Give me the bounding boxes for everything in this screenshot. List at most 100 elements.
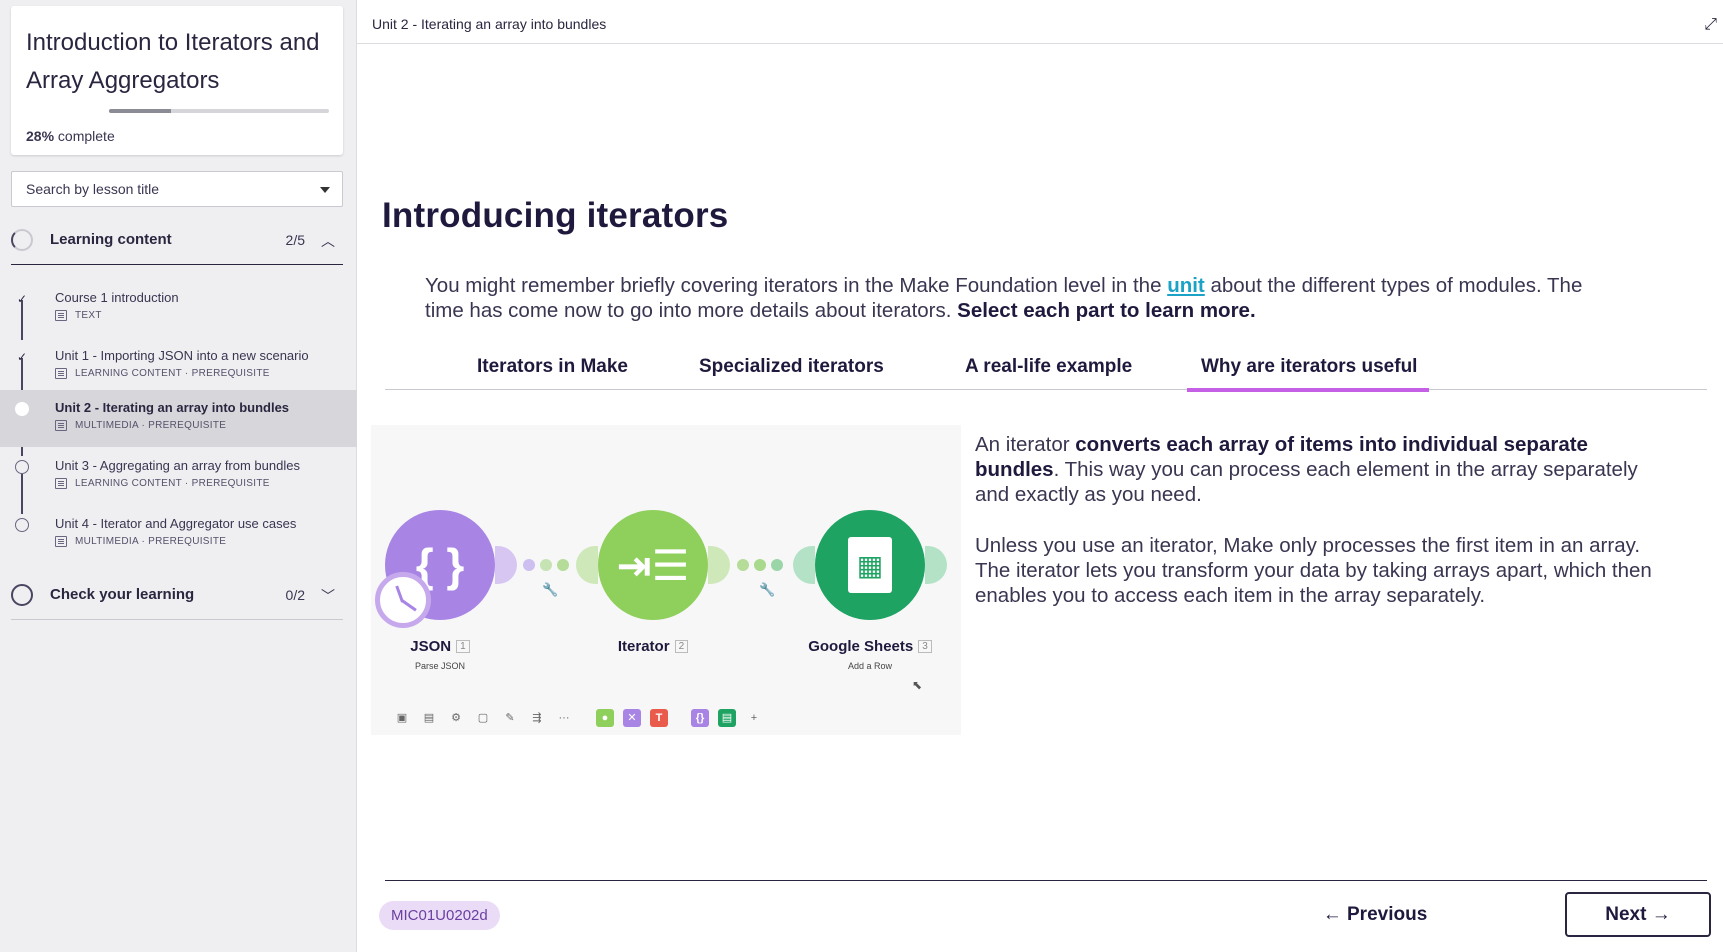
wrench-icon: 🔧 (759, 582, 776, 597)
tab-why-iterators-useful[interactable]: Why are iterators useful (1187, 356, 1430, 392)
intro-paragraph: You might remember briefly covering iter… (425, 273, 1605, 323)
document-icon (55, 368, 67, 379)
lesson-item-unit-2[interactable]: Unit 2 - Iterating an array into bundles… (0, 390, 357, 447)
note-icon: ▢ (477, 712, 489, 724)
progress-percent: 28% (26, 128, 55, 144)
magic-wand-icon: ✎ (505, 712, 515, 724)
section-learning-content[interactable]: Learning content 2/5 ︿ (11, 219, 343, 265)
incomplete-circle-icon (15, 518, 29, 532)
page-title: Introducing iterators (382, 196, 729, 235)
sheet-page-icon: ▦ (848, 537, 892, 593)
wrench-icon: 🔧 (542, 582, 559, 597)
module-number: 3 (918, 640, 932, 653)
expand-icon[interactable]: ⤢ (1704, 16, 1717, 34)
module-sub-json: Parse JSON (414, 661, 465, 671)
tab-real-life-example[interactable]: A real-life example (965, 356, 1132, 388)
lesson-main: Unit 2 - Iterating an array into bundles… (357, 0, 1723, 952)
breadcrumb: Unit 2 - Iterating an array into bundles (372, 16, 607, 32)
lesson-item-unit-1[interactable]: ✓ Unit 1 - Importing JSON into a new sce… (0, 338, 357, 395)
tab-content: An iterator converts each array of items… (975, 432, 1675, 634)
plus-icon: + (750, 712, 758, 724)
lesson-item-course-intro[interactable]: ✓ Course 1 introduction TEXT (0, 280, 357, 337)
tab-paragraph-1: An iterator converts each array of items… (975, 432, 1675, 507)
lesson-item-unit-4[interactable]: Unit 4 - Iterator and Aggregator use cas… (0, 506, 357, 563)
module-name: Iterator (617, 638, 670, 655)
intro-instruction: Select each part to learn more. (957, 299, 1256, 322)
clock-icon (375, 572, 431, 628)
lesson-meta: LEARNING CONTENT · PREREQUISITE (55, 478, 270, 489)
connector-dot (540, 559, 552, 571)
unit-link[interactable]: unit (1167, 274, 1205, 297)
iterator-glyph-icon: ⇥☰ (616, 541, 690, 589)
mouse-cursor-icon: ⬉ (912, 678, 923, 692)
chevron-down-icon: ﹀ (321, 588, 335, 604)
course-progress-bar (109, 109, 329, 113)
multimedia-icon (55, 536, 67, 547)
lesson-meta: MULTIMEDIA · PREREQUISITE (55, 536, 226, 547)
module-label-json: JSON 1 (400, 638, 480, 655)
scenario-figure: { } 🔧 ⇥☰ 🔧 ▦ JSON 1 Parse JSON Iterator 2 … (371, 425, 961, 735)
course-progress-fill (109, 109, 171, 113)
lesson-meta-text: TEXT (75, 310, 102, 321)
module-label-iterator: Iterator 2 (603, 638, 703, 655)
previous-button[interactable]: ← Previous (1315, 892, 1435, 937)
section-title: Check your learning (50, 586, 195, 603)
paragraph-text: An iterator (975, 433, 1076, 456)
flow-icon: ⇶ (532, 712, 542, 724)
document-icon (55, 310, 67, 321)
module-number: 2 (674, 640, 689, 653)
connector-dot (523, 559, 535, 571)
module-connector (576, 546, 598, 584)
lesson-name: Course 1 introduction (55, 290, 179, 305)
progress-ring-icon (11, 229, 33, 251)
sheet-grid-icon: ▦ (856, 549, 884, 581)
next-button[interactable]: Next → (1565, 892, 1711, 937)
module-name: Google Sheets (808, 638, 914, 655)
section-title: Learning content (50, 231, 172, 248)
progress-suffix: complete (57, 128, 115, 144)
google-sheets-module-icon: ▦ (815, 510, 925, 620)
tab-paragraph-2: Unless you use an iterator, Make only pr… (975, 534, 1652, 607)
iterator-module-icon: ⇥☰ (598, 510, 708, 620)
lesson-meta: TEXT (55, 310, 102, 321)
lesson-name: Unit 3 - Aggregating an array from bundl… (55, 458, 300, 473)
connector-dot (737, 559, 749, 571)
content-tabs: Iterators in Make Specialized iterators … (385, 350, 1707, 392)
lesson-meta-text: MULTIMEDIA · PREREQUISITE (75, 420, 227, 431)
progress-text: 28% complete (26, 128, 115, 144)
layout-icon: ▤ (423, 712, 435, 724)
text-parser-icon: T (650, 709, 668, 727)
course-sidebar: Introduction to Iterators and Array Aggr… (0, 0, 357, 952)
lesson-name: Unit 2 - Iterating an array into bundles (55, 400, 290, 415)
check-icon: ✓ (16, 292, 28, 306)
intro-text: You might remember briefly covering iter… (425, 274, 1168, 297)
lesson-meta-text: LEARNING CONTENT · PREREQUISITE (75, 478, 270, 489)
module-number: 1 (456, 640, 470, 653)
course-title: Introduction to Iterators and Array Aggr… (26, 29, 320, 94)
tab-iterators-in-make[interactable]: Iterators in Make (477, 356, 628, 388)
gear-icon: ⚙ (451, 712, 461, 724)
chevron-up-icon: ︿ (321, 233, 335, 249)
current-lesson-icon (15, 402, 29, 416)
module-sub-google-sheets: Add a Row (847, 661, 893, 671)
module-connector (708, 546, 730, 584)
tab-specialized-iterators[interactable]: Specialized iterators (699, 356, 884, 388)
section-check-your-learning[interactable]: Check your learning 0/2 ﹀ (11, 574, 343, 620)
document-icon (55, 478, 67, 489)
module-connector (925, 546, 947, 584)
module-connector (793, 546, 815, 584)
lesson-meta-text: LEARNING CONTENT · PREREQUISITE (75, 368, 270, 379)
course-card: Introduction to Iterators and Array Aggr… (11, 6, 343, 155)
chevron-down-icon (320, 187, 330, 193)
lesson-name: Unit 1 - Importing JSON into a new scena… (55, 348, 309, 363)
lesson-search-select[interactable]: Search by lesson title (11, 171, 343, 207)
tools-icon: ● (596, 709, 614, 727)
lesson-meta: LEARNING CONTENT · PREREQUISITE (55, 368, 270, 379)
incomplete-circle-icon (11, 584, 33, 606)
connector-dot (754, 559, 766, 571)
flow-control-icon: ✕ (623, 709, 641, 727)
lesson-item-unit-3[interactable]: Unit 3 - Aggregating an array from bundl… (0, 448, 357, 505)
json-small-icon: {} (691, 709, 709, 727)
scenario-toolbar: ▣ ▤ ⚙ ▢ ✎ ⇶ ··· ● ✕ T {} ▤ + (393, 709, 763, 727)
lesson-meta-text: MULTIMEDIA · PREREQUISITE (75, 536, 227, 547)
